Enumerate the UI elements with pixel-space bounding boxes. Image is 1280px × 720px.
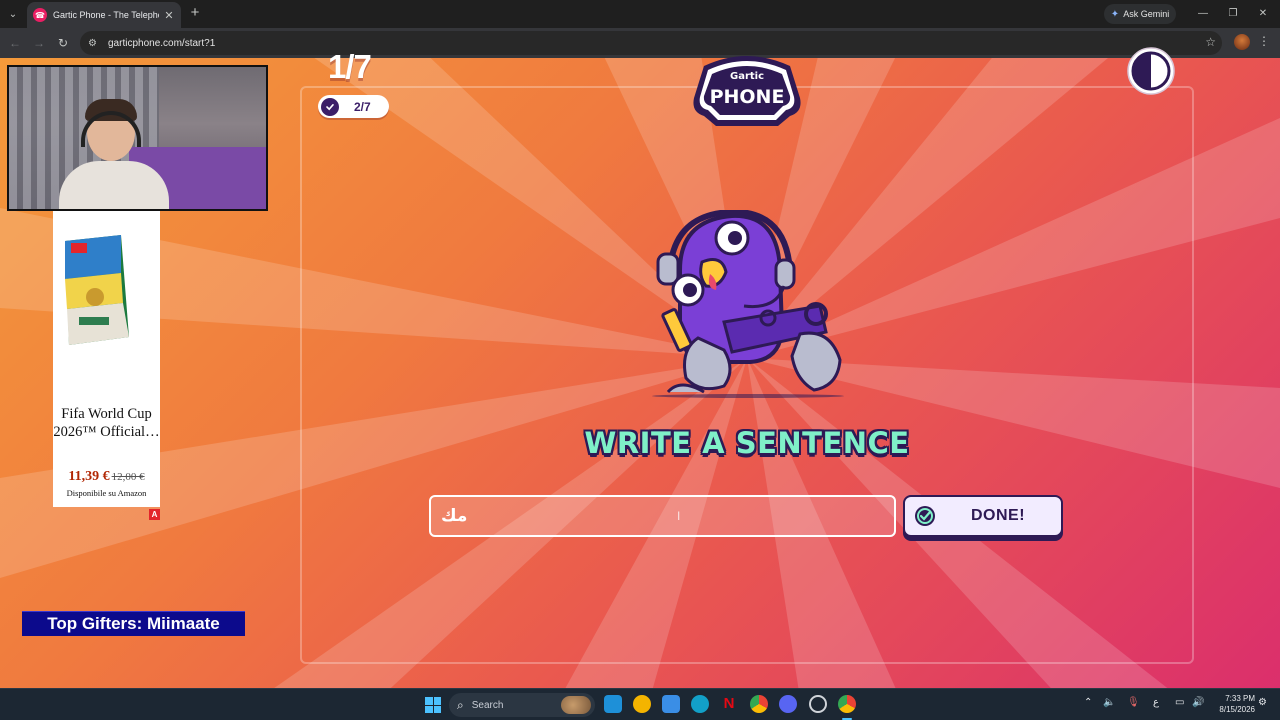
logo-top-text: Gartic (730, 71, 764, 82)
file-explorer-icon[interactable] (604, 695, 622, 713)
search-highlight-image (561, 696, 591, 714)
site-info-icon[interactable]: ⚙ (88, 38, 102, 49)
ad-price: 11,39 € (68, 469, 110, 484)
restore-button[interactable]: ❐ (1222, 4, 1244, 22)
ad-availability: Disponibile su Amazon (66, 488, 147, 498)
gemini-sparkle-icon: ✦ (1110, 8, 1120, 20)
forward-icon[interactable]: → (30, 34, 48, 52)
sentence-input[interactable] (429, 495, 896, 537)
done-label: DONE! (971, 507, 1026, 524)
notification-icon[interactable]: ⚙ (1258, 697, 1267, 708)
top-gifters-banner: Top Gifters: Miimaate (22, 611, 245, 636)
gartic-phone-logo: Gartic PHONE (693, 56, 801, 126)
chat-icon[interactable] (633, 695, 651, 713)
write-sentence-heading: WRITE A SENTENCE (584, 426, 910, 460)
back-icon[interactable]: ← (6, 34, 24, 52)
network-icon[interactable]: ▭ (1175, 697, 1184, 708)
amazon-ad[interactable]: Fifa World Cup 2026™ Official… 11,39 €12… (53, 211, 160, 507)
gartic-favicon: ☎ (33, 8, 47, 22)
logo-bottom-text: PHONE (710, 86, 785, 108)
ad-old-price: 12,00 € (111, 471, 145, 483)
done-button[interactable]: DONE! (903, 495, 1063, 537)
bookmark-star-icon[interactable]: ☆ (1205, 35, 1216, 49)
theme-toggle-icon[interactable] (1126, 46, 1176, 96)
ad-badge-icon[interactable]: A (149, 509, 160, 520)
tab-gartic-phone[interactable]: ☎ Gartic Phone - The Telephone G ✕ (27, 2, 181, 28)
taskbar-clock[interactable]: 7:33 PM 8/15/2026 (1209, 693, 1255, 715)
done-check-icon (915, 506, 935, 526)
store-icon[interactable] (662, 695, 680, 713)
webcam-person-body (59, 161, 169, 209)
minimize-button[interactable]: — (1192, 4, 1214, 22)
windows-start-icon[interactable] (425, 697, 441, 713)
completed-count: 2/7 (354, 99, 371, 114)
taskbar-search-label: Search (471, 699, 504, 711)
speaker-icon[interactable]: 🔈 (1103, 697, 1115, 708)
ad-title: Fifa World Cup 2026™ Official… (53, 406, 160, 440)
taskbar-search[interactable]: ⌕ Search (449, 693, 595, 717)
ad-price-row: 11,39 €12,00 € (53, 467, 160, 485)
close-window-button[interactable]: ✕ (1252, 4, 1274, 22)
netflix-icon[interactable]: N (720, 695, 738, 713)
tab-title: Gartic Phone - The Telephone G (53, 10, 159, 20)
address-bar[interactable]: ⚙ garticphone.com/start?1 ☆ (80, 31, 1222, 55)
tray-overflow-icon[interactable]: ⌃ (1084, 697, 1092, 708)
tab-search-icon[interactable]: ⌄ (4, 5, 22, 23)
chrome-active-icon[interactable] (838, 695, 856, 713)
tab-close-icon[interactable]: ✕ (163, 9, 175, 22)
webcam-overlay (7, 65, 268, 211)
text-cursor-icon: I (677, 509, 681, 523)
reload-icon[interactable]: ↻ (54, 34, 72, 52)
menu-kebab-icon[interactable]: ⋮ (1258, 34, 1270, 52)
ask-gemini-button[interactable]: ✦ Ask Gemini (1104, 4, 1176, 24)
chrome-icon[interactable] (750, 695, 768, 713)
clock-time: 7:33 PM (1225, 694, 1255, 703)
search-icon: ⌕ (457, 697, 464, 712)
clock-date: 8/15/2026 (1219, 705, 1255, 714)
url-text: garticphone.com/start?1 (108, 37, 216, 49)
check-icon (321, 97, 339, 116)
windows-taskbar: ⌕ Search N ⌃ 🔈 🎙 ع ▭ 🔊 7:33 PM 8/15/2026… (0, 688, 1280, 720)
completed-pill: 2/7 (318, 95, 389, 118)
new-tab-button[interactable]: + (187, 5, 203, 21)
keyboard-language[interactable]: ع (1153, 697, 1159, 708)
microphone-icon[interactable]: 🎙 (1127, 697, 1140, 708)
github-icon[interactable] (809, 695, 827, 713)
round-counter: 1/7 (328, 48, 372, 85)
profile-avatar[interactable] (1234, 34, 1250, 50)
browser-toolbar: ← → ↻ ⚙ garticphone.com/start?1 ☆ ⋮ (0, 28, 1280, 58)
tab-strip: ⌄ ☎ Gartic Phone - The Telephone G ✕ + ✦… (0, 0, 1280, 28)
volume-icon[interactable]: 🔊 (1192, 697, 1204, 708)
mascot-illustration (652, 210, 844, 398)
edge-icon[interactable] (691, 695, 709, 713)
discord-icon[interactable] (779, 695, 797, 713)
ask-gemini-label: Ask Gemini (1123, 9, 1170, 19)
sticker-box-image (65, 235, 129, 345)
